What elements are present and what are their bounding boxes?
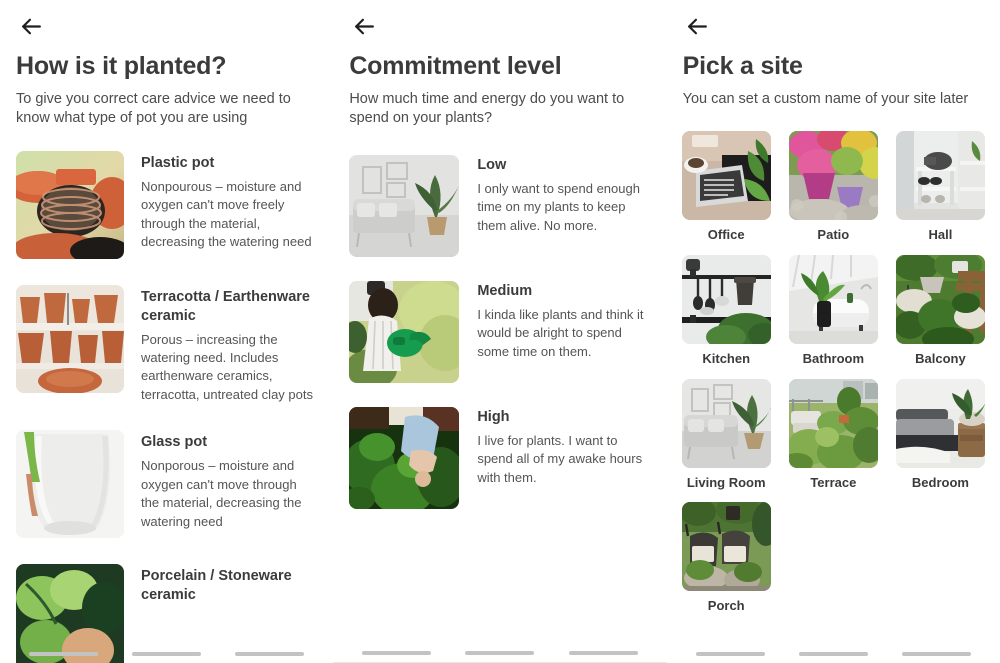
site-label: Kitchen	[702, 350, 751, 366]
porch-thumbnail	[681, 502, 771, 592]
site-label: Patio	[817, 227, 850, 243]
list-item-plastic-pot[interactable]: Plastic pot Nonpourous – moisture and ox…	[16, 150, 317, 259]
list-item-porcelain[interactable]: Porcelain / Stoneware ceramic	[16, 564, 317, 663]
list-item-description: Nonpourous – moisture and oxygen can't m…	[141, 178, 312, 250]
header-block: Commitment level How much time and energ…	[333, 52, 666, 129]
list-item-title: Plastic pot	[141, 154, 215, 171]
living-room-thumbnail	[349, 154, 460, 257]
list-item-title: Low	[477, 156, 507, 173]
back-arrow-icon[interactable]	[349, 11, 379, 41]
porcelain-thumbnail	[16, 564, 124, 663]
home-indicator-group	[667, 652, 1000, 656]
home-indicator-bar	[235, 652, 305, 656]
page-subtitle: How much time and energy do you want to …	[349, 90, 625, 127]
home-indicator-bar	[132, 652, 202, 656]
list-item-terracotta[interactable]: Terracotta / Earthenware ceramic Porous …	[16, 284, 317, 405]
list-item-title: Medium	[477, 282, 533, 299]
site-cell-porch[interactable]: Porch	[681, 502, 772, 614]
screens-container: How is it planted? To give you correct c…	[0, 0, 1000, 663]
page-title: Pick a site	[682, 52, 803, 80]
glass-pot-thumbnail	[16, 430, 124, 539]
page-title: Commitment level	[349, 52, 562, 80]
list-item-title: Porcelain / Stoneware ceramic	[141, 568, 292, 604]
list-item-description: I kinda like plants and think it would b…	[477, 306, 644, 359]
list-item-text: Glass pot Nonporous – moisture and oxyge…	[124, 430, 317, 531]
list-item-description: Nonporous – moisture and oxygen can't mo…	[141, 458, 302, 529]
site-grid: Office Patio Hall Kitchen Bathroom Balco…	[667, 131, 1000, 613]
garden-tending-thumbnail	[349, 406, 460, 509]
site-cell-hall[interactable]: Hall	[895, 131, 986, 243]
page-title: How is it planted?	[16, 52, 227, 80]
back-arrow-icon[interactable]	[683, 11, 713, 41]
watering-plants-thumbnail	[349, 280, 460, 383]
home-indicator-bar	[29, 652, 99, 656]
list-item-text: Porcelain / Stoneware ceramic	[124, 564, 317, 610]
site-cell-balcony[interactable]: Balcony	[895, 254, 986, 367]
list-item-text: Terracotta / Earthenware ceramic Porous …	[124, 285, 317, 405]
list-item-description: I only want to spend enough time on my p…	[477, 180, 640, 233]
site-label: Living Room	[686, 474, 766, 490]
list-item-text: High I live for plants. I want to spend …	[459, 407, 650, 487]
balcony-thumbnail	[895, 254, 985, 344]
living-room-thumbnail	[681, 378, 771, 468]
site-cell-bathroom[interactable]: Bathroom	[788, 254, 879, 367]
site-cell-office[interactable]: Office	[681, 131, 772, 243]
site-cell-terrace[interactable]: Terrace	[788, 378, 879, 491]
home-indicator-bar	[568, 651, 638, 655]
site-label: Terrace	[810, 474, 857, 490]
list-item-title: Glass pot	[141, 434, 208, 451]
list-item-low[interactable]: Low I only want to spend enough time on …	[349, 154, 650, 257]
site-label: Bedroom	[911, 474, 969, 490]
back-arrow-icon[interactable]	[16, 11, 46, 41]
patio-thumbnail	[788, 131, 878, 221]
site-label: Office	[707, 227, 745, 243]
list-item-text: Low I only want to spend enough time on …	[459, 155, 650, 235]
site-cell-kitchen[interactable]: Kitchen	[681, 254, 772, 367]
topbar	[667, 0, 1000, 52]
home-indicator-group	[0, 652, 333, 656]
topbar	[333, 0, 666, 52]
site-cell-patio[interactable]: Patio	[788, 131, 879, 243]
bedroom-thumbnail	[895, 378, 985, 468]
topbar	[0, 0, 333, 52]
site-label: Hall	[928, 227, 953, 243]
screen-pick-a-site: Pick a site You can set a custom name of…	[666, 0, 1000, 663]
header-block: How is it planted? To give you correct c…	[0, 52, 333, 129]
terracotta-pots-thumbnail	[16, 284, 124, 393]
site-cell-bedroom[interactable]: Bedroom	[895, 378, 986, 491]
pot-type-list: Plastic pot Nonpourous – moisture and ox…	[0, 150, 333, 663]
bathroom-thumbnail	[788, 254, 878, 344]
list-item-description: I live for plants. I want to spend all o…	[477, 432, 643, 485]
list-item-medium[interactable]: Medium I kinda like plants and think it …	[349, 280, 650, 383]
list-item-text: Medium I kinda like plants and think it …	[459, 281, 650, 361]
list-item-description: Porous – increasing the watering need. I…	[141, 331, 313, 402]
list-item-high[interactable]: High I live for plants. I want to spend …	[349, 406, 650, 509]
list-item-title: High	[477, 408, 510, 425]
site-cell-living-room[interactable]: Living Room	[681, 378, 772, 491]
terrace-thumbnail	[788, 378, 878, 468]
home-indicator-bar	[465, 651, 535, 655]
commitment-list: Low I only want to spend enough time on …	[333, 154, 666, 509]
site-label: Porch	[707, 598, 745, 614]
list-item-title: Terracotta / Earthenware ceramic	[141, 288, 310, 324]
plastic-pots-thumbnail	[16, 150, 124, 259]
home-indicator-bar	[798, 652, 868, 656]
office-thumbnail	[681, 131, 771, 221]
list-item-text: Plastic pot Nonpourous – moisture and ox…	[124, 151, 317, 252]
home-indicator-group	[333, 651, 666, 655]
hall-thumbnail	[895, 131, 985, 221]
list-item-glass-pot[interactable]: Glass pot Nonporous – moisture and oxyge…	[16, 430, 317, 539]
site-label: Balcony	[915, 350, 966, 366]
site-label: Bathroom	[802, 350, 865, 366]
kitchen-thumbnail	[681, 254, 771, 344]
page-subtitle: You can set a custom name of your site l…	[682, 90, 969, 107]
page-subtitle: To give you correct care advice we need …	[16, 90, 291, 127]
home-indicator-bar	[695, 652, 765, 656]
header-block: Pick a site You can set a custom name of…	[667, 52, 1000, 109]
home-indicator-bar	[362, 651, 432, 655]
screen-how-is-it-planted: How is it planted? To give you correct c…	[0, 0, 334, 663]
home-indicator-bar	[901, 652, 971, 656]
screen-commitment-level: Commitment level How much time and energ…	[333, 0, 667, 663]
